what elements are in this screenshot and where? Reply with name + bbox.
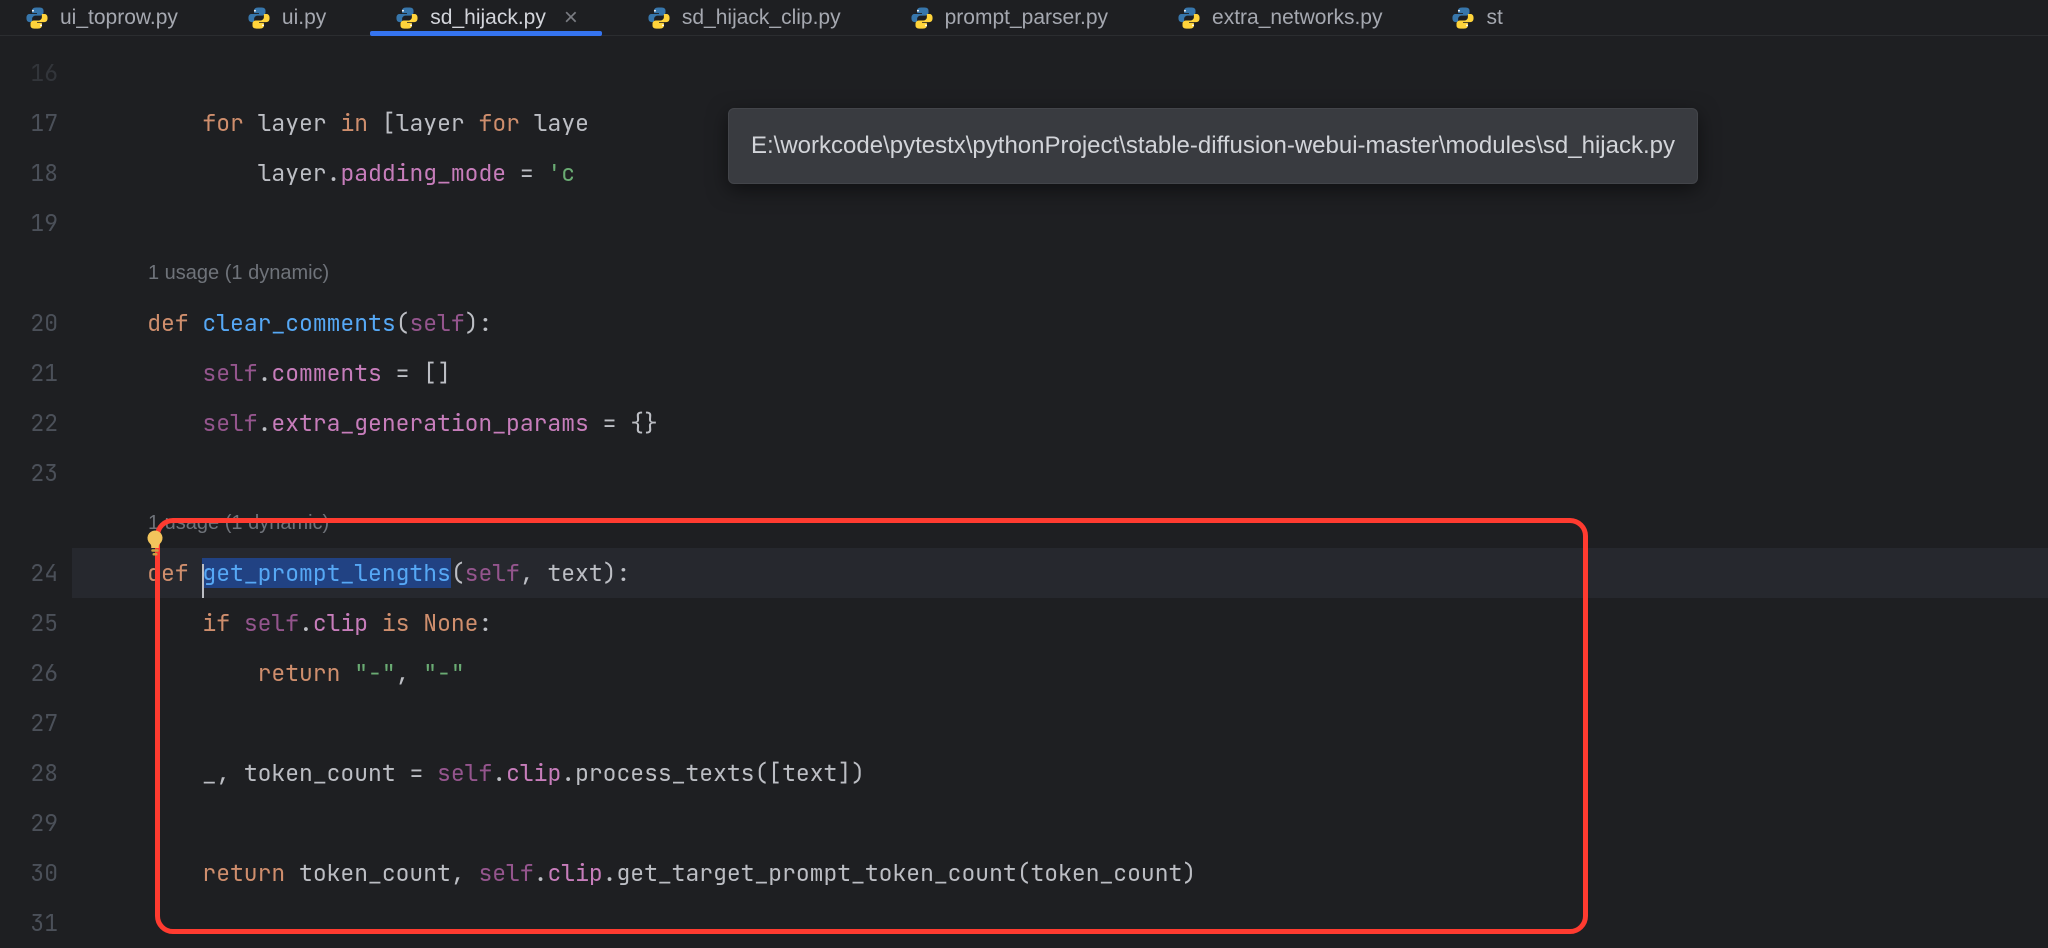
line-number: 29	[0, 798, 72, 848]
line-number: 31	[0, 898, 72, 948]
line-number: 30	[0, 848, 72, 898]
tab-label: ui_toprow.py	[60, 6, 178, 30]
ide-window: ui_toprow.py ui.py sd_hijack.py × sd_hij…	[0, 0, 2048, 948]
code-line: self.comments = []	[72, 348, 2048, 398]
close-icon[interactable]: ×	[564, 6, 578, 30]
python-icon	[909, 5, 935, 31]
code-line: if self.clip is None:	[72, 598, 2048, 648]
tab-sd-hijack-clip[interactable]: sd_hijack_clip.py	[622, 0, 865, 35]
code-line	[72, 198, 2048, 248]
code-line: def clear_comments(self):	[72, 298, 2048, 348]
tab-label: extra_networks.py	[1212, 6, 1382, 30]
lightbulb-icon[interactable]	[140, 528, 170, 558]
tab-extra-networks[interactable]: extra_networks.py	[1152, 0, 1406, 35]
code-line-current: def get_prompt_lengths(self, text):	[72, 548, 2048, 598]
python-icon	[24, 5, 50, 31]
line-number: 23	[0, 448, 72, 498]
usage-hint[interactable]: 1 usage (1 dynamic)	[72, 498, 2048, 548]
line-number: 16	[0, 48, 72, 98]
code-line: _, token_count = self.clip.process_texts…	[72, 748, 2048, 798]
line-number-gutter: 16 17 18 19 20 21 22 23 24 25 26 27 28 2…	[0, 36, 72, 948]
tab-label: prompt_parser.py	[945, 6, 1108, 30]
code-line: return "-", "-"	[72, 648, 2048, 698]
python-icon	[246, 5, 272, 31]
usage-hint[interactable]: 1 usage (1 dynamic)	[72, 248, 2048, 298]
line-number: 21	[0, 348, 72, 398]
line-number: 20	[0, 298, 72, 348]
line-number: 28	[0, 748, 72, 798]
line-number: 27	[0, 698, 72, 748]
code-line: return token_count, self.clip.get_target…	[72, 848, 2048, 898]
python-icon	[394, 5, 420, 31]
tab-st-partial[interactable]: st	[1426, 0, 1526, 35]
tab-label: st	[1486, 6, 1502, 30]
tab-prompt-parser[interactable]: prompt_parser.py	[885, 0, 1132, 35]
line-number: 26	[0, 648, 72, 698]
line-number: 19	[0, 198, 72, 248]
code-line	[72, 448, 2048, 498]
line-number: 25	[0, 598, 72, 648]
line-number: 17	[0, 98, 72, 148]
python-icon	[1450, 5, 1476, 31]
tab-sd-hijack[interactable]: sd_hijack.py ×	[370, 0, 602, 35]
line-number	[0, 248, 72, 298]
code-line: self.extra_generation_params = {}	[72, 398, 2048, 448]
line-number: 24	[0, 548, 72, 598]
tab-ui-toprow[interactable]: ui_toprow.py	[0, 0, 202, 35]
python-icon	[646, 5, 672, 31]
code-line	[72, 898, 2048, 948]
line-number: 22	[0, 398, 72, 448]
file-path-tooltip: E:\workcode\pytestx\pythonProject\stable…	[728, 108, 1698, 184]
tab-label: ui.py	[282, 6, 326, 30]
tab-ui[interactable]: ui.py	[222, 0, 350, 35]
code-line	[72, 698, 2048, 748]
editor-tab-bar: ui_toprow.py ui.py sd_hijack.py × sd_hij…	[0, 0, 2048, 36]
tab-label: sd_hijack.py	[430, 6, 546, 30]
tab-label: sd_hijack_clip.py	[682, 6, 841, 30]
code-line	[72, 798, 2048, 848]
code-editor[interactable]: 16 17 18 19 20 21 22 23 24 25 26 27 28 2…	[0, 36, 2048, 948]
python-icon	[1176, 5, 1202, 31]
text-caret	[202, 564, 204, 598]
line-number: 18	[0, 148, 72, 198]
line-number	[0, 498, 72, 548]
code-line	[72, 48, 2048, 98]
